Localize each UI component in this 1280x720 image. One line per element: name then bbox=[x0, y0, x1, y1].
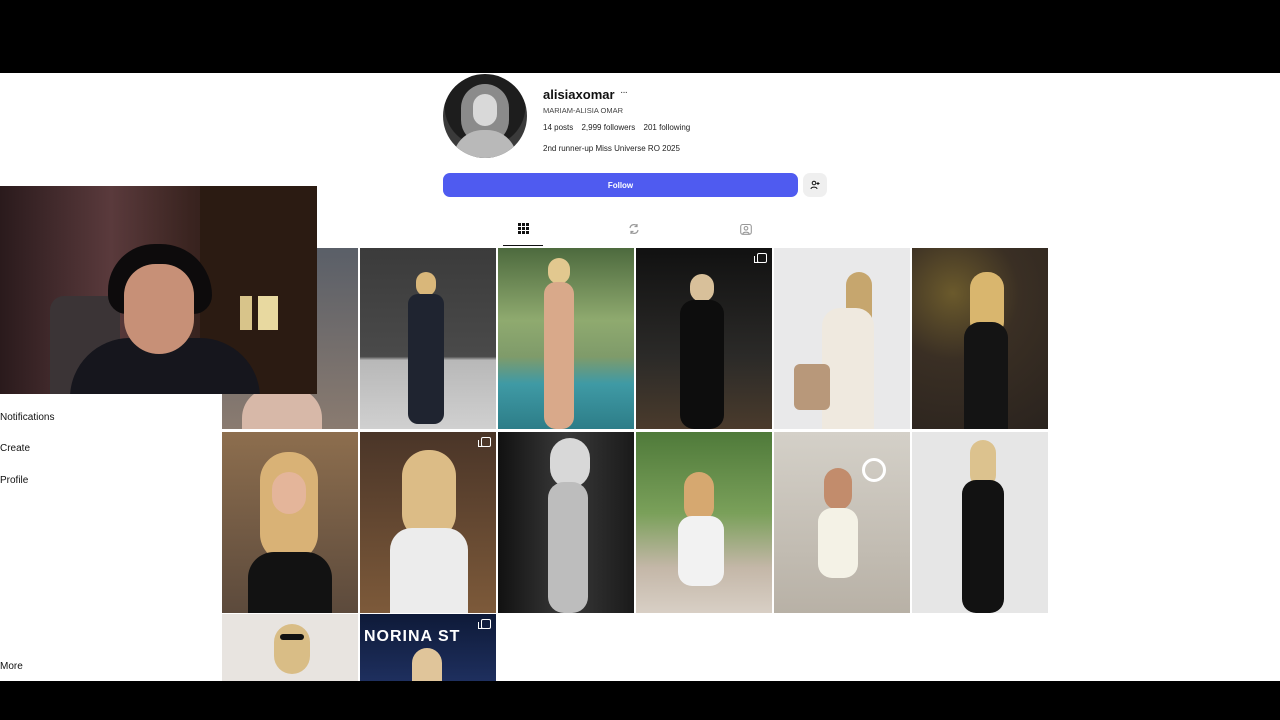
post-thumbnail[interactable] bbox=[636, 432, 772, 613]
post-sunglasses bbox=[280, 634, 304, 640]
post-figure-hair bbox=[684, 472, 714, 522]
posts-count: 14 posts bbox=[543, 123, 574, 132]
profile-tabs bbox=[443, 223, 828, 246]
avatar-face bbox=[473, 94, 497, 126]
repost-icon bbox=[629, 224, 639, 234]
profile-username: alisiaxomar bbox=[543, 87, 615, 102]
suggested-accounts-button[interactable] bbox=[803, 173, 827, 197]
post-thumbnail[interactable] bbox=[774, 248, 910, 429]
tab-posts[interactable] bbox=[503, 223, 543, 246]
post-caption-text: NORINA ST bbox=[364, 628, 461, 645]
letterbox-top bbox=[0, 0, 1280, 73]
post-thumbnail[interactable] bbox=[912, 432, 1048, 613]
post-figure-face bbox=[272, 472, 306, 514]
post-thumbnail[interactable] bbox=[360, 432, 496, 613]
post-figure bbox=[548, 482, 588, 613]
post-thumbnail[interactable] bbox=[222, 432, 358, 613]
sidebar-item-profile[interactable]: Profile bbox=[0, 475, 28, 486]
profile-stats: 14 posts 2,999 followers 201 following bbox=[543, 123, 696, 132]
avatar-body bbox=[453, 130, 517, 158]
multiple-posts-icon bbox=[478, 619, 491, 629]
profile-full-name: MARIAM-ALISIA OMAR bbox=[543, 106, 624, 115]
sidebar: Notifications Create Profile More bbox=[0, 394, 222, 681]
follow-button[interactable]: Follow bbox=[443, 173, 798, 197]
post-thumbnail[interactable] bbox=[498, 248, 634, 429]
letterbox-bottom bbox=[0, 681, 1280, 720]
multiple-posts-icon bbox=[478, 437, 491, 447]
post-thumbnail[interactable] bbox=[222, 614, 358, 681]
post-figure-head bbox=[690, 274, 714, 302]
post-thumbnail[interactable] bbox=[360, 248, 496, 429]
post-thumbnail[interactable] bbox=[636, 248, 772, 429]
post-ring-light bbox=[862, 458, 886, 482]
post-figure bbox=[242, 388, 322, 429]
post-figure bbox=[408, 294, 444, 424]
multiple-posts-icon bbox=[754, 253, 767, 263]
post-figure-hair bbox=[550, 438, 590, 488]
post-figure bbox=[248, 552, 332, 613]
post-figure-hair bbox=[402, 450, 456, 540]
following-count[interactable]: 201 following bbox=[644, 123, 691, 132]
post-figure bbox=[962, 480, 1004, 613]
tab-reposts[interactable] bbox=[614, 223, 654, 245]
tab-tagged[interactable] bbox=[726, 223, 766, 245]
post-figure bbox=[818, 508, 858, 578]
profile-page: alisiaxomar ··· MARIAM-ALISIA OMAR 14 po… bbox=[0, 73, 1280, 681]
post-figure bbox=[964, 322, 1008, 429]
post-figure bbox=[412, 648, 442, 681]
ellipsis-icon[interactable]: ··· bbox=[620, 87, 628, 98]
posts-grid: NORINA ST bbox=[222, 248, 1048, 681]
sidebar-item-notifications[interactable]: Notifications bbox=[0, 412, 54, 423]
post-figure-head bbox=[416, 272, 436, 296]
post-figure-hair bbox=[274, 624, 310, 674]
post-figure bbox=[390, 528, 468, 613]
profile-avatar[interactable] bbox=[443, 74, 527, 158]
post-figure bbox=[544, 282, 574, 429]
profile-bio: 2nd runner-up Miss Universe RO 2025 bbox=[543, 144, 680, 153]
post-figure-hair bbox=[824, 468, 852, 510]
webcam-background-note bbox=[240, 296, 252, 330]
add-person-icon bbox=[810, 180, 820, 190]
tagged-icon bbox=[740, 223, 752, 235]
post-thumbnail[interactable] bbox=[774, 432, 910, 613]
followers-count[interactable]: 2,999 followers bbox=[581, 123, 635, 132]
webcam-background-note bbox=[258, 296, 278, 330]
post-thumbnail[interactable] bbox=[912, 248, 1048, 429]
webcam-overlay bbox=[0, 186, 317, 394]
post-figure bbox=[678, 516, 724, 586]
sidebar-item-more[interactable]: More bbox=[0, 661, 23, 672]
post-thumbnail[interactable] bbox=[498, 432, 634, 613]
webcam-person-face bbox=[124, 264, 194, 354]
post-figure-head bbox=[548, 258, 570, 284]
grid-icon bbox=[517, 223, 529, 234]
sidebar-item-create[interactable]: Create bbox=[0, 443, 30, 454]
post-thumbnail[interactable]: NORINA ST bbox=[360, 614, 496, 681]
post-bag bbox=[794, 364, 830, 410]
post-figure bbox=[680, 300, 724, 429]
